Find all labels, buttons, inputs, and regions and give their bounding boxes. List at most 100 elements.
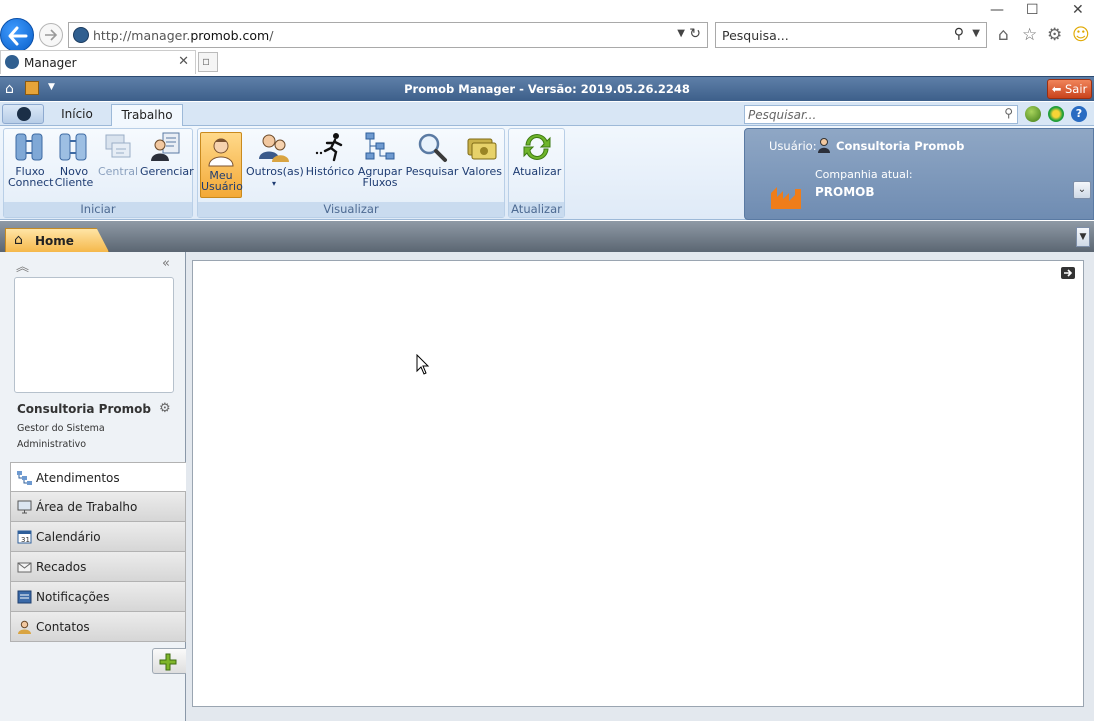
central-label: Central (97, 165, 139, 178)
agrupar-fluxos-icon (365, 132, 395, 160)
home-tab-icon: ⌂ (14, 232, 23, 248)
search-icon[interactable]: ⚲ (954, 26, 964, 42)
sidebar-item-atendimentos[interactable]: Atendimentos (10, 462, 186, 492)
document-tab-bar: ⌂ Home ▼ (0, 221, 1094, 252)
flow-icon (17, 471, 32, 485)
collapse-up-icon[interactable]: ︽ (16, 256, 29, 275)
tab-list-dropdown-button[interactable]: ▼ (1076, 227, 1090, 247)
historico-button[interactable]: Histórico (304, 131, 356, 177)
url-dropdown-icon[interactable]: ▼ (677, 28, 685, 39)
sidebar-item-area-de-trabalho[interactable]: Área de Trabalho (10, 492, 186, 522)
forward-button[interactable] (39, 23, 63, 47)
current-user-name: Consultoria Promob (836, 139, 965, 153)
add-module-button[interactable] (152, 648, 186, 674)
refresh-icon[interactable]: ↻ (689, 26, 701, 42)
outros-users-icon (259, 134, 289, 162)
plus-icon (159, 653, 177, 671)
app-logo-icon (17, 107, 31, 121)
sidebar-item-recados[interactable]: Recados (10, 552, 186, 582)
green-status-icon[interactable] (1025, 106, 1041, 122)
novo-cliente-label-2: Cliente (54, 176, 94, 189)
home-tab-label: Home (35, 234, 74, 248)
notification-icon (17, 590, 32, 604)
language-flag-icon[interactable] (1048, 106, 1064, 122)
search-dropdown-icon[interactable]: ▼ (972, 28, 980, 39)
export-arrow-icon[interactable] (1061, 267, 1075, 279)
close-window-icon[interactable]: ✕ (1072, 2, 1084, 18)
browser-search-input[interactable]: Pesquisa... ⚲ ▼ (715, 22, 987, 48)
outros-dropdown-icon: ▾ (271, 179, 276, 188)
sidebar-item-label: Recados (36, 560, 87, 574)
ribbon-search-icon[interactable]: ⚲ (1004, 106, 1013, 120)
app-menu-button[interactable] (2, 104, 44, 124)
expand-panel-button[interactable]: ⌄ (1073, 181, 1091, 199)
user-info-panel: Usuário: Consultoria Promob Companhia at… (744, 128, 1094, 220)
fluxo-connect-button[interactable]: Fluxo Connect (8, 131, 54, 189)
profile-settings-icon[interactable]: ⚙ (159, 401, 171, 416)
sidebar-item-contatos[interactable]: Contatos (10, 612, 186, 642)
ribbon-tab-bar: Início Trabalho Pesquisar... ⚲ ? (0, 102, 1094, 126)
atualizar-button[interactable]: Atualizar (511, 131, 563, 177)
sidebar-item-label: Contatos (36, 620, 90, 634)
browser-tab-manager[interactable]: Manager ✕ (0, 50, 196, 74)
user-label: Usuário: (769, 139, 817, 153)
central-icon (105, 134, 131, 158)
agrupar-fluxos-label-2: Fluxos (362, 176, 398, 189)
ribbon-search-input[interactable]: Pesquisar... ⚲ (744, 105, 1018, 124)
new-tab-button[interactable]: ▫ (198, 52, 218, 72)
left-sidebar: ︽ « Consultoria Promob ⚙ Gestor do Siste… (0, 252, 186, 721)
forward-arrow-icon (45, 29, 58, 41)
ribbon-group-iniciar: Fluxo Connect Novo Cliente Central Geren… (3, 128, 194, 218)
historico-runner-icon (315, 133, 343, 162)
ribbon-group-atualizar: Atualizar Atualizar (508, 128, 565, 218)
outros-button[interactable]: Outros(as) ▾ (246, 131, 304, 189)
agrupar-fluxos-button[interactable]: Agrupar Fluxos (356, 131, 404, 188)
ribbon-search-placeholder: Pesquisar... (748, 108, 817, 122)
url-text: http://manager.promob.com/ (93, 28, 274, 43)
fluxo-connect-label-2: Connect (8, 176, 54, 189)
svg-text:31: 31 (21, 536, 30, 544)
close-tab-icon[interactable]: ✕ (178, 54, 189, 69)
tab-inicio[interactable]: Início (48, 104, 106, 126)
tab-trabalho[interactable]: Trabalho (111, 104, 183, 126)
sidebar-toolbar: ︽ « (0, 256, 184, 275)
sidebar-nav: Atendimentos Área de Trabalho 31 Calendá… (10, 462, 186, 642)
valores-money-icon (467, 138, 497, 160)
url-input[interactable]: http://manager.promob.com/ ▼ ↻ (68, 22, 708, 48)
mouse-cursor-icon (416, 354, 430, 375)
favorites-star-icon[interactable]: ☆ (1022, 25, 1037, 45)
home-icon[interactable]: ⌂ (998, 25, 1009, 45)
pesquisar-label: Pesquisar (405, 165, 459, 178)
address-bar-row: http://manager.promob.com/ ▼ ↻ Pesquisa.… (0, 18, 1094, 52)
pesquisar-button[interactable]: Pesquisar (404, 131, 460, 177)
novo-cliente-button[interactable]: Novo Cliente (52, 131, 96, 188)
company-name: PROMOB (815, 185, 875, 199)
central-button[interactable]: Central (96, 131, 140, 177)
collapse-left-icon[interactable]: « (162, 256, 170, 271)
help-icon[interactable]: ? (1071, 106, 1087, 122)
gerenciar-icon (151, 132, 180, 161)
back-button[interactable] (0, 18, 34, 52)
sidebar-item-notificacoes[interactable]: Notificações (10, 582, 186, 612)
novo-cliente-icon (59, 133, 87, 161)
profile-photo[interactable] (14, 277, 174, 393)
settings-gear-icon[interactable]: ⚙ (1047, 25, 1062, 45)
sidebar-item-calendario[interactable]: 31 Calendário (10, 522, 186, 552)
tab-favicon-icon (5, 55, 19, 69)
valores-button[interactable]: Valores (460, 131, 504, 177)
gerenciar-button[interactable]: Gerenciar (140, 131, 194, 177)
calendar-icon: 31 (17, 530, 32, 544)
tab-home[interactable]: ⌂ Home (5, 228, 109, 252)
browser-search-placeholder: Pesquisa... (722, 28, 789, 43)
historico-label: Histórico (305, 165, 355, 178)
smiley-feedback-icon[interactable]: ☺ (1072, 25, 1090, 45)
minimize-icon[interactable]: — (990, 2, 1004, 18)
sidebar-item-label: Atendimentos (36, 471, 120, 485)
atualizar-label: Atualizar (512, 165, 562, 178)
maximize-icon[interactable]: ☐ (1026, 2, 1039, 18)
envelope-icon (17, 562, 32, 573)
exit-button[interactable]: ⬅ Sair (1047, 79, 1092, 99)
fluxo-connect-icon (15, 133, 43, 161)
site-favicon-icon (73, 27, 89, 43)
meu-usuario-button[interactable]: Meu Usuário (200, 132, 243, 198)
